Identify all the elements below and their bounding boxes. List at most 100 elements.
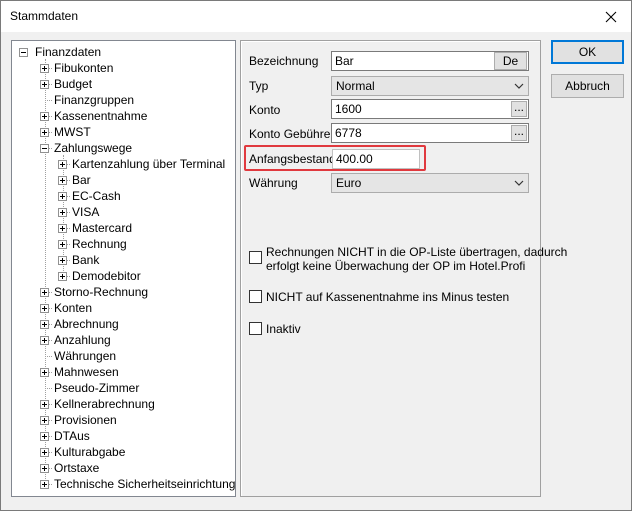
- tree-item-pseudo-zimmer[interactable]: Pseudo-Zimmer: [12, 380, 232, 396]
- tree-item-label: Bank: [72, 253, 100, 267]
- konto-field[interactable]: 1600: [331, 99, 529, 119]
- expand-icon[interactable]: [58, 160, 67, 169]
- tree-item-waehrungen[interactable]: Währungen: [12, 348, 232, 364]
- expand-icon[interactable]: [58, 240, 67, 249]
- expand-icon[interactable]: [40, 432, 49, 441]
- konto-browse-button[interactable]: ...: [511, 101, 527, 117]
- expand-icon[interactable]: [40, 464, 49, 473]
- konto-gebuehren-browse-button[interactable]: ...: [511, 125, 527, 141]
- tree-item-abrechnung[interactable]: Abrechnung: [12, 316, 232, 332]
- tree-item-mwst[interactable]: MWST: [12, 124, 232, 140]
- expand-icon[interactable]: [40, 288, 49, 297]
- op-liste-checkbox[interactable]: [249, 251, 262, 264]
- expand-icon[interactable]: [40, 128, 49, 137]
- tree-item-label: Währungen: [54, 349, 117, 363]
- typ-label: Typ: [249, 79, 269, 93]
- tree-item-demodebitor[interactable]: Demodebitor: [12, 268, 232, 284]
- expand-icon[interactable]: [40, 416, 49, 425]
- anfangsbestand-label: Anfangsbestand: [249, 152, 336, 166]
- inaktiv-checkbox[interactable]: [249, 322, 262, 335]
- tree-item-ortstaxe[interactable]: Ortstaxe: [12, 460, 232, 476]
- abbruch-button[interactable]: Abbruch: [551, 74, 624, 98]
- tree-item-anzahlung[interactable]: Anzahlung: [12, 332, 232, 348]
- expand-icon[interactable]: [40, 64, 49, 73]
- konto-gebuehren-label: Konto Gebühren: [249, 127, 338, 141]
- anfangsbestand-field[interactable]: 400.00: [332, 149, 420, 169]
- tree-item-visa[interactable]: VISA: [12, 204, 232, 220]
- chevron-down-icon: [514, 180, 524, 186]
- tree-item-fibukonten[interactable]: Fibukonten: [12, 60, 232, 76]
- tree-item-label: Pseudo-Zimmer: [54, 381, 140, 395]
- anfangsbestand-value: 400.00: [336, 152, 373, 166]
- tree-item-konten[interactable]: Konten: [12, 300, 232, 316]
- language-button[interactable]: De: [494, 52, 527, 70]
- expand-icon[interactable]: [58, 256, 67, 265]
- tree-item-bar[interactable]: Bar: [12, 172, 232, 188]
- op-liste-label-line2: erfolgt keine Überwachung der OP im Hote…: [266, 259, 526, 273]
- expand-icon[interactable]: [58, 208, 67, 217]
- tree-item-zahlungswege[interactable]: Zahlungswege: [12, 140, 232, 156]
- expand-icon[interactable]: [40, 304, 49, 313]
- tree-item-label: Zahlungswege: [54, 141, 133, 155]
- tree-item-label: Provisionen: [54, 413, 117, 427]
- collapse-icon[interactable]: [40, 144, 49, 153]
- close-button[interactable]: [597, 5, 625, 29]
- waehrung-label: Währung: [249, 176, 298, 190]
- tree-item-label: Konten: [54, 301, 93, 315]
- tree-item-provisionen[interactable]: Provisionen: [12, 412, 232, 428]
- tree-item-rechnung[interactable]: Rechnung: [12, 236, 232, 252]
- tree-item-label: Finanzdaten: [35, 45, 102, 59]
- tree-item-kassenentnahme[interactable]: Kassenentnahme: [12, 108, 232, 124]
- tree-item-dtaus[interactable]: DTAus: [12, 428, 232, 444]
- tree-item-label: Abrechnung: [54, 317, 119, 331]
- konto-value: 1600: [335, 102, 362, 116]
- tree-item-finanzgruppen[interactable]: Finanzgruppen: [12, 92, 232, 108]
- tree-item-label: MWST: [54, 125, 91, 139]
- expand-icon[interactable]: [58, 224, 67, 233]
- tree-item-finanzdaten[interactable]: Finanzdaten: [12, 44, 232, 60]
- stammdaten-dialog: Stammdaten Finanzdaten Fibukonten Budget F…: [0, 0, 632, 511]
- expand-icon[interactable]: [40, 448, 49, 457]
- tree-item-label: Finanzgruppen: [54, 93, 135, 107]
- tree-item-budget[interactable]: Budget: [12, 76, 232, 92]
- tree-item-bank[interactable]: Bank: [12, 252, 232, 268]
- tree-item-label: Mahnwesen: [54, 365, 119, 379]
- tree-item-storno-rechnung[interactable]: Storno-Rechnung: [12, 284, 232, 300]
- expand-icon[interactable]: [58, 192, 67, 201]
- kassenentnahme-minus-checkbox[interactable]: [249, 290, 262, 303]
- expand-icon[interactable]: [40, 336, 49, 345]
- expand-icon[interactable]: [40, 112, 49, 121]
- tree-item-ec-cash[interactable]: EC-Cash: [12, 188, 232, 204]
- expand-icon[interactable]: [40, 320, 49, 329]
- expand-icon[interactable]: [58, 272, 67, 281]
- expand-icon[interactable]: [40, 80, 49, 89]
- tree-item-technische-sicherheitseinrichtung[interactable]: Technische Sicherheitseinrichtung: [12, 476, 236, 492]
- tree-item-label: Technische Sicherheitseinrichtung: [54, 477, 236, 491]
- expand-icon[interactable]: [58, 176, 67, 185]
- tree-item-label: Kulturabgabe: [54, 445, 126, 459]
- tree-item-label: Kellnerabrechnung: [54, 397, 155, 411]
- tree-item-kartenzahlung[interactable]: Kartenzahlung über Terminal: [12, 156, 232, 172]
- tree-item-label: Mastercard: [72, 221, 133, 235]
- typ-select[interactable]: Normal: [331, 76, 529, 96]
- ok-button[interactable]: OK: [551, 40, 624, 64]
- konto-gebuehren-field[interactable]: 6778: [331, 123, 529, 143]
- close-icon: [605, 11, 617, 23]
- title-bar: Stammdaten: [1, 1, 631, 32]
- tree-item-label: Anzahlung: [54, 333, 111, 347]
- tree-item-kellnerabrechnung[interactable]: Kellnerabrechnung: [12, 396, 232, 412]
- tree-item-mahnwesen[interactable]: Mahnwesen: [12, 364, 232, 380]
- finanzdaten-tree[interactable]: Finanzdaten Fibukonten Budget Finanzgruppe…: [11, 40, 236, 497]
- expand-icon[interactable]: [40, 480, 49, 489]
- tree-item-kulturabgabe[interactable]: Kulturabgabe: [12, 444, 232, 460]
- op-liste-label-line1: Rechnungen NICHT in die OP-Liste übertra…: [266, 245, 568, 259]
- tree-item-label: DTAus: [54, 429, 90, 443]
- inaktiv-label: Inaktiv: [266, 322, 301, 336]
- konto-label: Konto: [249, 103, 281, 117]
- expand-icon[interactable]: [40, 400, 49, 409]
- bezeichnung-label: Bezeichnung: [249, 54, 319, 68]
- tree-item-mastercard[interactable]: Mastercard: [12, 220, 232, 236]
- waehrung-select[interactable]: Euro: [331, 173, 529, 193]
- collapse-icon[interactable]: [19, 48, 28, 57]
- expand-icon[interactable]: [40, 368, 49, 377]
